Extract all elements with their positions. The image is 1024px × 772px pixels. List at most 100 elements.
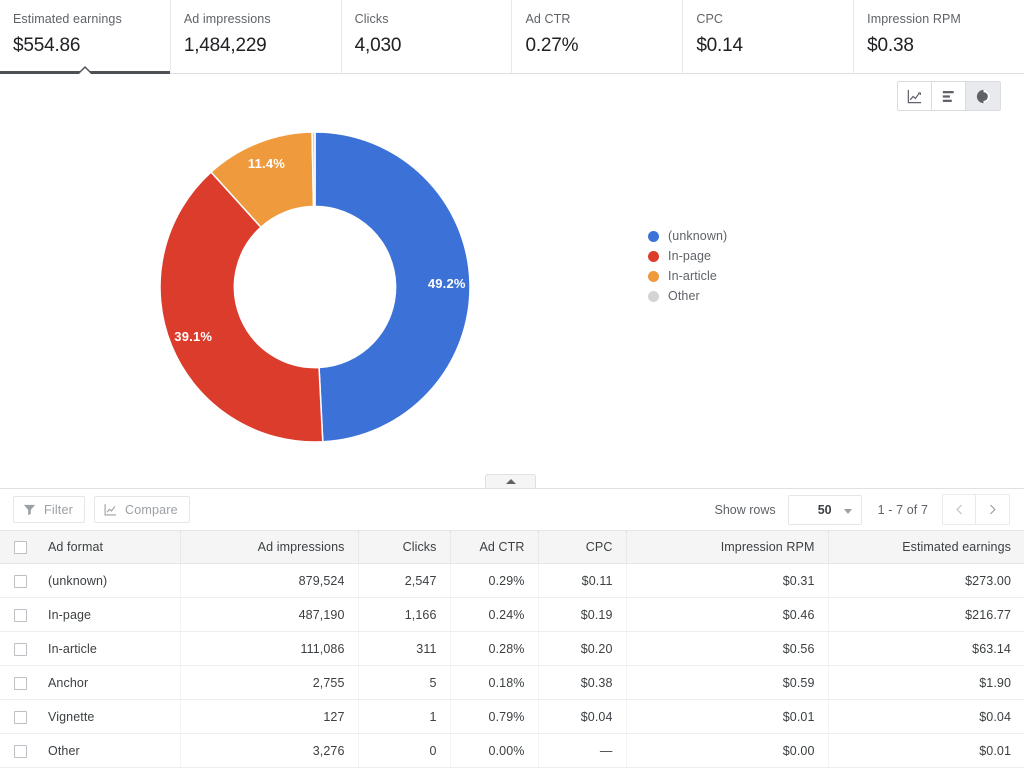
legend-item-in-page[interactable]: In-page: [648, 246, 727, 266]
selected-metric-caret: [76, 66, 93, 74]
metric-value: 0.27%: [525, 35, 579, 56]
cell-rpm: $0.46: [626, 597, 829, 632]
select-all-header: [0, 530, 38, 564]
table-row[interactable]: Other 3,276 0 0.00% — $0.00 $0.01: [0, 733, 1024, 768]
donut-chart[interactable]: 49.2% 39.1% 11.4%: [150, 122, 480, 452]
cell-impressions: 3,276: [180, 733, 359, 768]
table-row[interactable]: In-page 487,190 1,166 0.24% $0.19 $0.46 $216.7…: [0, 597, 1024, 632]
table-toolbar: Filter Compare Show rows 50 1 - 7 of 7: [0, 489, 1024, 530]
compare-button[interactable]: Compare: [93, 496, 190, 523]
table-row[interactable]: (unknown) 879,524 2,547 0.29% $0.11 $0.31 $273…: [0, 563, 1024, 598]
cell-format: In-page: [38, 597, 181, 632]
report-table: Ad format Ad impressions Clicks Ad CTR CPC Im…: [0, 530, 1024, 768]
pie-chart-icon: [976, 89, 990, 103]
legend-item-label: In-article: [668, 269, 717, 283]
cell-cpc: $0.11: [538, 563, 627, 598]
column-header-clicks[interactable]: Clicks: [358, 530, 451, 564]
pie-slice--unknown-[interactable]: [314, 131, 471, 443]
legend-color-dot: [648, 270, 659, 282]
column-header-rpm[interactable]: Impression RPM: [626, 530, 829, 564]
cell-earnings: $216.77: [828, 597, 1024, 632]
cell-rpm: $0.59: [626, 665, 829, 700]
metric-value: $0.14: [696, 35, 743, 56]
cell-ctr: 0.18%: [450, 665, 539, 700]
table-row[interactable]: Vignette 127 1 0.79% $0.04 $0.01 $0.04: [0, 699, 1024, 734]
collapse-chart-handle[interactable]: [485, 474, 536, 488]
pie-slice-in-page[interactable]: [159, 170, 324, 443]
metric-card-estimated-earnings[interactable]: Estimated earnings $554.86: [0, 0, 171, 74]
cell-clicks: 5: [358, 665, 451, 700]
cell-ctr: 0.79%: [450, 699, 539, 734]
row-select-cell: [0, 563, 38, 598]
cell-cpc: $0.38: [538, 665, 627, 700]
row-checkbox[interactable]: [14, 642, 27, 656]
column-header-earnings[interactable]: Estimated earnings: [828, 530, 1024, 564]
cell-clicks: 311: [358, 631, 451, 666]
cell-earnings: $0.04: [828, 699, 1024, 734]
legend-item-label: (unknown): [668, 229, 728, 243]
next-page-button[interactable]: [976, 495, 1009, 524]
metric-value: 1,484,229: [183, 35, 267, 56]
compare-button-label: Compare: [124, 502, 178, 517]
table-row[interactable]: In-article 111,086 311 0.28% $0.20 $0.56 $63.1…: [0, 631, 1024, 666]
row-checkbox[interactable]: [14, 574, 27, 588]
metric-value: 4,030: [354, 35, 402, 56]
row-select-cell: [0, 699, 38, 734]
metric-label: CPC: [696, 12, 724, 26]
select-all-checkbox[interactable]: [14, 541, 27, 555]
row-select-cell: [0, 597, 38, 632]
cell-impressions: 111,086: [180, 631, 359, 666]
column-header-cpc[interactable]: CPC: [538, 530, 627, 564]
table-body: (unknown) 879,524 2,547 0.29% $0.11 $0.31 $273…: [0, 563, 1024, 768]
legend-item-other[interactable]: Other: [648, 286, 727, 306]
table-row[interactable]: Anchor 2,755 5 0.18% $0.38 $0.59 $1.90: [0, 665, 1024, 700]
row-select-cell: [0, 631, 38, 666]
filter-button[interactable]: Filter: [13, 496, 85, 523]
cell-impressions: 487,190: [180, 597, 359, 632]
metric-card-ad-impressions[interactable]: Ad impressions 1,484,229: [170, 0, 342, 73]
cell-rpm: $0.01: [626, 699, 829, 734]
column-header-ctr[interactable]: Ad CTR: [450, 530, 539, 564]
table-header: Ad format Ad impressions Clicks Ad CTR CPC Im…: [0, 530, 1024, 564]
cell-format: Vignette: [38, 699, 181, 734]
legend-item-label: Other: [668, 289, 700, 303]
metric-label: Estimated earnings: [13, 12, 122, 26]
legend-item-in-article[interactable]: In-article: [648, 266, 727, 286]
cell-clicks: 1,166: [358, 597, 451, 632]
chart-region: 49.2% 39.1% 11.4% (unknown) In-page In-artic…: [0, 74, 1024, 474]
metric-label: Impression RPM: [867, 12, 961, 26]
metric-card-impression-rpm[interactable]: Impression RPM $0.38: [854, 0, 1024, 73]
cell-format: In-article: [38, 631, 181, 666]
column-header-impressions[interactable]: Ad impressions: [180, 530, 359, 564]
panel-splitter: [0, 474, 1024, 488]
cell-cpc: $0.04: [538, 699, 627, 734]
adsense-report-page: Estimated earnings $554.86 Ad impressions 1…: [0, 0, 1024, 772]
legend-item--unknown-[interactable]: (unknown): [648, 226, 727, 246]
cell-format: (unknown): [38, 563, 181, 598]
pagination-controls: [942, 494, 1010, 525]
metric-card-cpc[interactable]: CPC $0.14: [683, 0, 855, 73]
previous-page-button[interactable]: [943, 495, 976, 524]
rows-per-page-select[interactable]: 50: [787, 494, 862, 525]
row-checkbox[interactable]: [14, 676, 27, 690]
cell-rpm: $0.56: [626, 631, 829, 666]
collapse-up-arrow-icon: [505, 479, 516, 484]
cell-ctr: 0.24%: [450, 597, 539, 632]
filter-funnel-icon: [22, 502, 37, 517]
filter-button-label: Filter: [44, 502, 73, 517]
metric-card-clicks[interactable]: Clicks 4,030: [341, 0, 513, 73]
cell-impressions: 879,524: [180, 563, 359, 598]
row-checkbox[interactable]: [14, 744, 27, 758]
line-chart-icon: [907, 89, 922, 103]
cell-earnings: $273.00: [828, 563, 1024, 598]
metric-card-row: Estimated earnings $554.86 Ad impressions 1…: [0, 0, 1024, 74]
column-header-format[interactable]: Ad format: [38, 530, 181, 564]
row-checkbox[interactable]: [14, 608, 27, 622]
metric-label: Ad CTR: [525, 12, 571, 26]
show-rows-label: Show rows: [714, 502, 776, 517]
cell-cpc: —: [538, 733, 627, 768]
cell-earnings: $1.90: [828, 665, 1024, 700]
metric-label: Ad impressions: [183, 12, 271, 26]
row-checkbox[interactable]: [14, 710, 27, 724]
metric-card-ad-ctr[interactable]: Ad CTR 0.27%: [512, 0, 684, 73]
